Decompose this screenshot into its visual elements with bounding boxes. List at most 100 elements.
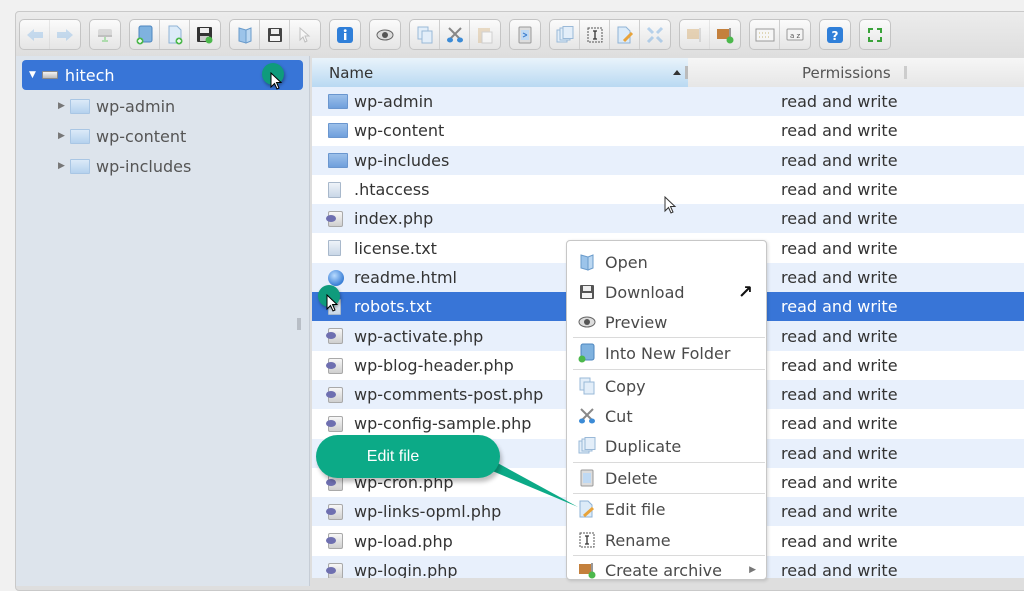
sidebar-tree: ▼ hitech ▶ wp-admin ▶ wp-content ▶ wp-in…	[16, 56, 310, 586]
reload-button[interactable]	[90, 20, 120, 49]
php-file-icon	[326, 504, 343, 521]
file-permissions: read and write	[781, 502, 898, 522]
new-folder-icon	[136, 25, 152, 44]
file-name: wp-blog-header.php	[354, 355, 514, 375]
folder-icon	[70, 128, 90, 144]
callout-edit-file: Edit file	[316, 435, 500, 478]
column-header-permissions[interactable]: Permissions	[802, 58, 891, 87]
submenu-arrow-icon: ▶	[749, 565, 756, 575]
expand-arrow-icon[interactable]: ▼	[29, 70, 36, 80]
copy-button[interactable]	[410, 20, 440, 49]
duplicate-icon	[578, 437, 596, 454]
toolbar-group-open	[229, 19, 321, 50]
file-icon-cell	[328, 123, 354, 139]
collapse-arrow-icon[interactable]: ▶	[58, 161, 70, 171]
menu-item-download[interactable]: Download ↗	[567, 277, 766, 307]
file-permissions: read and write	[781, 92, 898, 112]
file-row[interactable]: wp-admin read and write	[312, 87, 1024, 117]
download-icon	[580, 285, 594, 299]
open-button[interactable]	[230, 20, 260, 49]
view-button[interactable]	[750, 20, 780, 49]
upload-icon	[197, 26, 213, 43]
mouse-cursor-icon	[270, 72, 283, 90]
file-icon-cell	[328, 269, 344, 286]
menu-item-label: Create archive	[605, 560, 722, 580]
download-button[interactable]	[260, 20, 290, 49]
file-row[interactable]: wp-content read and write	[312, 116, 1024, 145]
menu-item-label: Download	[605, 282, 685, 302]
menu-item-label: Edit file	[605, 499, 666, 519]
new-file-button[interactable]	[160, 20, 190, 49]
file-name: wp-config-sample.php	[354, 414, 532, 434]
tree-item-wp-admin[interactable]: ▶ wp-admin	[16, 92, 175, 120]
menu-item-label: Duplicate	[605, 436, 682, 456]
upload-button[interactable]	[190, 20, 220, 49]
extract-button[interactable]	[680, 20, 710, 49]
edit-file-button[interactable]	[610, 20, 640, 49]
rename-button[interactable]	[580, 20, 610, 49]
menu-item-label: Rename	[605, 530, 671, 550]
paste-button[interactable]	[470, 20, 500, 49]
menu-item-edit-file[interactable]: Edit file	[567, 494, 766, 524]
resize-button[interactable]	[640, 20, 670, 49]
tree-root-hitech[interactable]: ▼ hitech	[22, 60, 303, 90]
column-resize-handle[interactable]	[904, 66, 907, 79]
file-name: readme.html	[354, 267, 457, 287]
tree-item-wp-content[interactable]: ▶ wp-content	[16, 122, 186, 150]
duplicate-button[interactable]	[550, 20, 580, 49]
duplicate-icon	[556, 25, 573, 42]
forward-button[interactable]	[50, 20, 80, 49]
file-name: index.php	[354, 209, 434, 229]
info-button[interactable]	[330, 20, 360, 49]
file-row[interactable]: wp-includes read and write	[312, 145, 1024, 175]
file-permissions: read and write	[781, 150, 898, 170]
context-menu: Open Download ↗ Preview Into New Folder …	[566, 240, 767, 580]
column-resize-handle[interactable]	[685, 66, 688, 79]
create-archive-button[interactable]	[710, 20, 740, 49]
file-permissions: read and write	[781, 209, 898, 229]
collapse-arrow-icon[interactable]: ▶	[58, 131, 70, 141]
file-permissions: read and write	[781, 267, 898, 287]
toolbar-group-preview	[369, 19, 401, 50]
sort-button[interactable]: a z	[780, 20, 810, 49]
menu-item-open[interactable]: Open	[567, 247, 766, 277]
file-name: wp-content	[354, 121, 445, 141]
back-button[interactable]	[20, 20, 50, 49]
pane-resize-handle[interactable]	[297, 318, 301, 330]
file-icon-cell	[326, 386, 343, 403]
svg-text:?: ?	[832, 29, 839, 43]
menu-item-cut[interactable]: Cut	[567, 401, 766, 431]
toolbar-group-history	[19, 19, 81, 50]
fullscreen-icon	[868, 27, 882, 42]
fullscreen-button[interactable]	[860, 20, 890, 49]
file-name: robots.txt	[354, 297, 432, 317]
toolbar-group-fullscreen	[859, 19, 891, 50]
preview-button[interactable]	[370, 20, 400, 49]
file-permissions: read and write	[781, 355, 898, 375]
select-button[interactable]	[290, 20, 320, 49]
column-header-name[interactable]: Name	[312, 58, 688, 87]
menu-item-duplicate[interactable]: Duplicate	[567, 431, 766, 461]
file-name: wp-load.php	[354, 531, 453, 551]
menu-item-delete[interactable]: Delete	[567, 463, 766, 493]
column-permissions-label: Permissions	[802, 63, 891, 82]
help-button[interactable]: ?	[820, 20, 850, 49]
preview-eye-icon	[578, 316, 596, 328]
php-file-icon	[326, 357, 343, 374]
menu-item-create-archive[interactable]: Create archive ▶	[567, 555, 766, 585]
menu-item-label: Delete	[605, 468, 658, 488]
tree-item-wp-includes[interactable]: ▶ wp-includes	[16, 152, 191, 180]
menu-item-into-new-folder[interactable]: Into New Folder	[567, 338, 766, 368]
delete-button[interactable]	[510, 20, 540, 49]
menu-item-copy[interactable]: Copy	[567, 371, 766, 401]
cut-icon	[579, 408, 595, 424]
cut-button[interactable]	[440, 20, 470, 49]
menu-item-label: Cut	[605, 406, 633, 426]
menu-item-rename[interactable]: Rename	[567, 525, 766, 555]
file-permissions: read and write	[781, 180, 898, 200]
new-folder-button[interactable]	[130, 20, 160, 49]
open-icon	[238, 26, 251, 44]
collapse-arrow-icon[interactable]: ▶	[58, 101, 70, 111]
menu-item-preview[interactable]: Preview	[567, 307, 766, 337]
file-icon-cell	[326, 533, 343, 550]
